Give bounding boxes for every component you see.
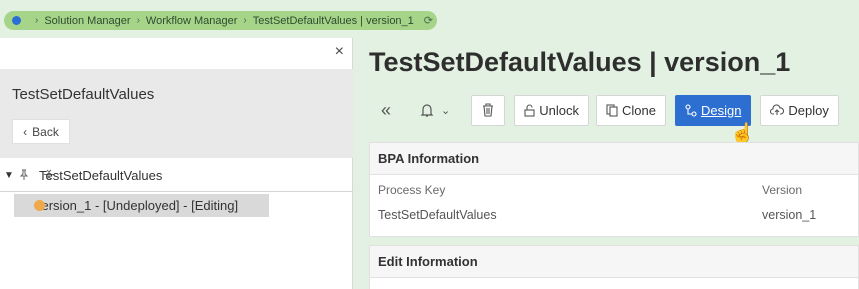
app-dot-icon[interactable]: [12, 16, 21, 25]
left-panel-title: TestSetDefaultValues: [12, 86, 155, 103]
back-button[interactable]: ‹ Back: [12, 119, 70, 144]
version-header: Version: [762, 183, 803, 197]
tree-node-root-label: TestSetDefaultValues: [39, 168, 163, 183]
back-button-label: Back: [32, 124, 59, 139]
deploy-button[interactable]: Deploy: [760, 94, 839, 126]
page-title: TestSetDefaultValues | version_1: [369, 47, 791, 77]
unlock-button[interactable]: Unlock: [514, 94, 589, 126]
clone-button-label: Clone: [621, 102, 656, 118]
process-key-header: Process Key: [378, 183, 446, 197]
delete-button[interactable]: [471, 94, 506, 126]
bpa-information-card: BPA Information Process Key Version Test…: [369, 142, 859, 237]
bpa-information-title: BPA Information: [370, 143, 858, 175]
tree-node-version-label: version_1 - [Undeployed] - [Editing]: [35, 198, 239, 213]
tree-node-root[interactable]: ▼ TestSetDefaultValues: [4, 168, 162, 183]
breadcrumb-item-current[interactable]: TestSetDefaultValues | version_1: [253, 15, 414, 27]
toolbar: « ⌄ Unlock Clone Design Deploy: [369, 94, 839, 126]
unlock-button-label: Unlock: [539, 102, 579, 118]
chevron-right-icon: ›: [243, 15, 247, 26]
unlock-icon: [524, 103, 535, 117]
design-icon: [685, 103, 697, 117]
chevron-right-icon: ›: [136, 15, 140, 26]
breadcrumb-item-solution-manager[interactable]: Solution Manager: [44, 15, 130, 27]
breadcrumb: › Solution Manager › Workflow Manager › …: [4, 11, 437, 30]
breadcrumb-item-workflow-manager[interactable]: Workflow Manager: [146, 15, 238, 27]
collapse-panel-icon[interactable]: «: [381, 100, 391, 121]
edit-information-card: Edit Information: [369, 245, 859, 289]
left-panel: × TestSetDefaultValues ‹ Back: [0, 38, 353, 289]
close-icon[interactable]: ×: [335, 43, 344, 61]
status-dot-icon: [34, 200, 45, 211]
refresh-icon[interactable]: ⟳: [424, 14, 433, 27]
version-value: version_1: [762, 208, 817, 222]
chevron-left-icon: ‹: [23, 124, 28, 139]
process-key-value: TestSetDefaultValues: [378, 208, 497, 222]
tree-node-version[interactable]: version_1 - [Undeployed] - [Editing]: [14, 194, 269, 217]
bell-icon[interactable]: [420, 103, 434, 118]
left-panel-header: TestSetDefaultValues ‹ Back: [0, 69, 353, 158]
deploy-button-label: Deploy: [788, 102, 829, 118]
cloud-upload-icon: [770, 104, 785, 115]
caret-down-icon[interactable]: ▼: [4, 170, 18, 181]
chevron-down-icon[interactable]: ⌄: [441, 104, 450, 117]
chevron-right-icon: ›: [35, 15, 39, 26]
clone-icon: [606, 103, 618, 117]
trash-icon: [483, 103, 494, 117]
clone-button[interactable]: Clone: [595, 94, 666, 126]
design-button-label: Design: [700, 102, 742, 118]
edit-information-title: Edit Information: [370, 246, 858, 278]
